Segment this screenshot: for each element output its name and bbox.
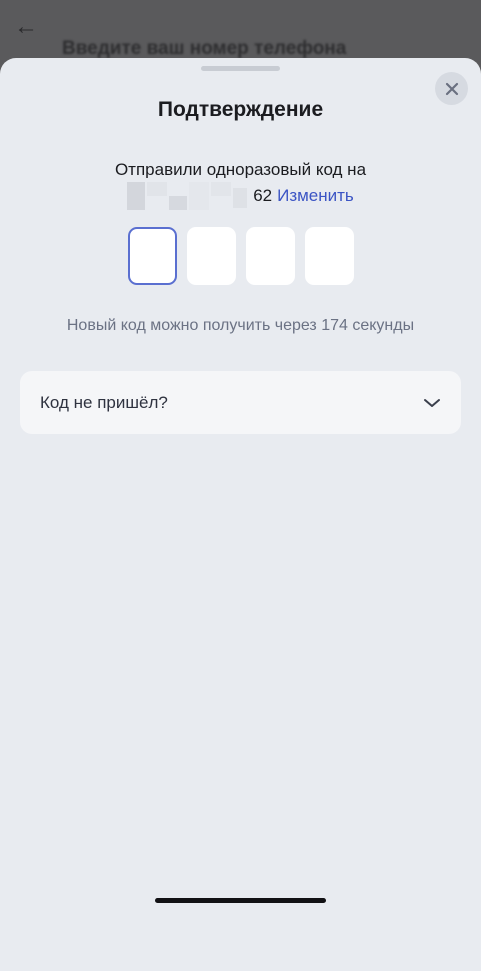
resend-timer-text: Новый код можно получить через 174 секун… (66, 317, 415, 334)
confirmation-sheet: Подтверждение Отправили одноразовый код … (0, 58, 481, 971)
code-sent-text: Отправили одноразовый код на (114, 160, 367, 178)
page-title: Подтверждение (157, 98, 324, 121)
background-title: Введите ваш номер телефона (62, 38, 347, 59)
code-digit-input-4[interactable] (305, 227, 354, 285)
accordion-label: Код не пришёл? (40, 392, 168, 412)
masked-phone-number (127, 182, 249, 210)
code-input-row (128, 227, 354, 285)
close-icon (445, 82, 458, 95)
sheet-grabber[interactable] (201, 66, 280, 71)
home-indicator[interactable] (155, 898, 326, 903)
code-digit-input-1[interactable] (128, 227, 177, 285)
code-digit-input-3[interactable] (246, 227, 295, 285)
back-arrow-icon: ← (14, 13, 38, 40)
code-not-received-accordion[interactable]: Код не пришёл? (20, 371, 461, 434)
change-phone-link[interactable]: Изменить (277, 186, 354, 206)
code-digit-input-2[interactable] (187, 227, 236, 285)
chevron-down-icon (424, 398, 440, 407)
phone-line: 62 Изменить (0, 182, 481, 210)
phone-suffix: 62 (253, 186, 273, 205)
